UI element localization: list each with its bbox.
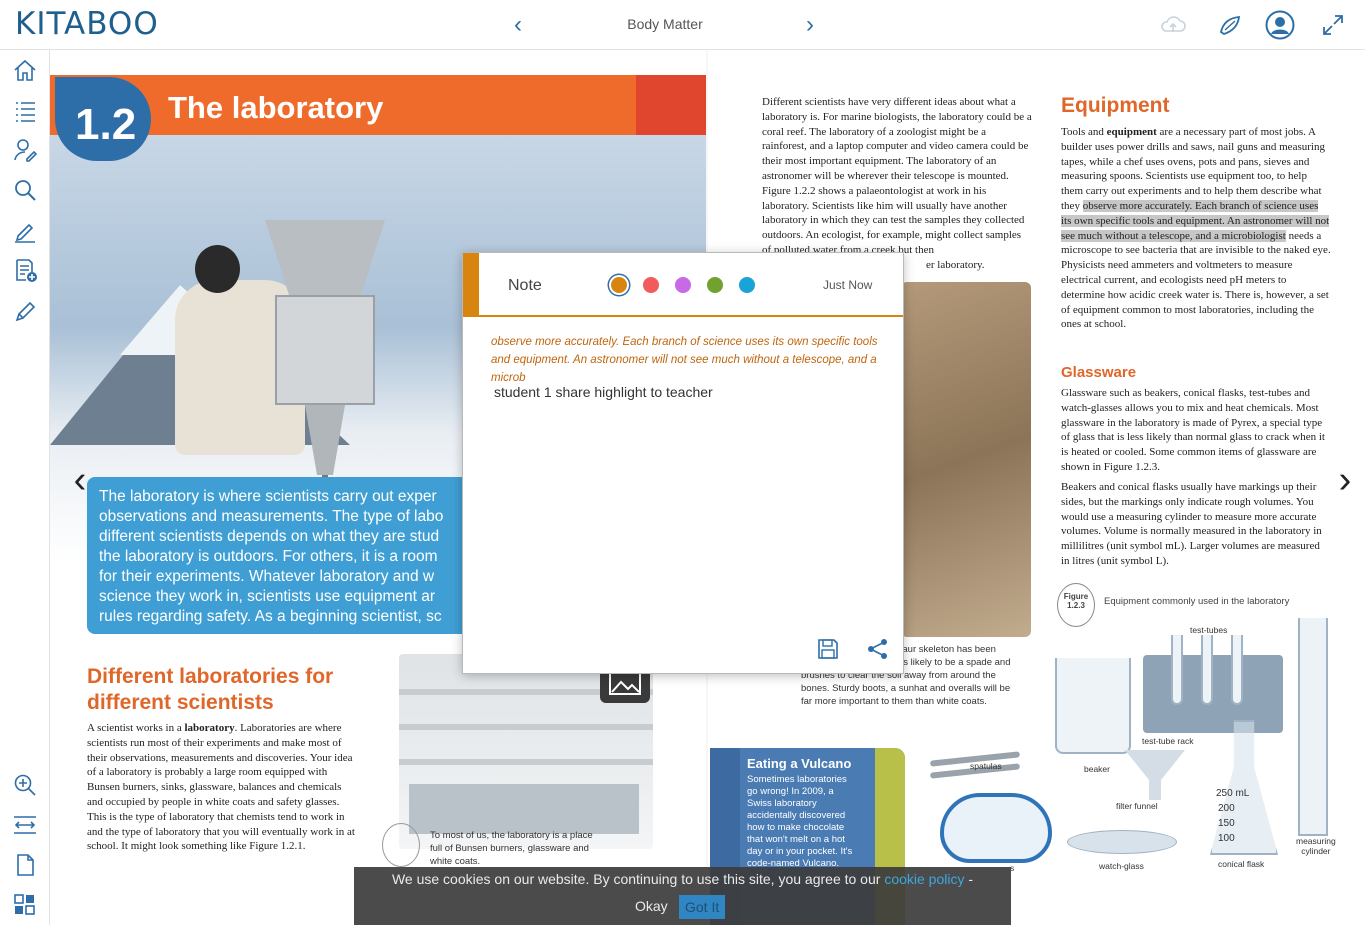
cookie-banner: We use cookies on our website. By contin… <box>354 867 1011 925</box>
color-swatch-blue[interactable] <box>739 277 755 293</box>
paragraph-text: Tools and <box>1061 126 1107 138</box>
left-toolbar <box>0 50 50 925</box>
safety-goggles-illustration <box>940 793 1052 863</box>
test-tube-illustration <box>1171 635 1183 705</box>
test-tube-rack-illustration <box>1143 655 1283 733</box>
user-profile-icon[interactable] <box>1265 10 1295 40</box>
lab-bench <box>409 784 639 834</box>
zoom-in-icon[interactable] <box>12 772 38 798</box>
pen-annotate-icon[interactable] <box>12 217 38 243</box>
caption-marker <box>382 823 420 867</box>
instrument-body <box>275 295 375 405</box>
color-swatch-green[interactable] <box>707 277 723 293</box>
bold-term: equipment <box>1106 126 1157 138</box>
paragraph-tail: er laboratory. <box>926 259 985 271</box>
flask-marking-200: 200 <box>1218 803 1235 814</box>
save-icon[interactable] <box>815 636 841 662</box>
test-tube-illustration <box>1231 635 1243 705</box>
color-swatch-orange[interactable] <box>611 277 627 293</box>
paragraph-glassware-volumes: Beakers and conical flasks usually have … <box>1061 481 1322 567</box>
single-page-icon[interactable] <box>12 852 38 878</box>
label-measuring-cylinder: measuring cylinder <box>1296 836 1336 856</box>
label-filter-funnel: filter funnel <box>1116 801 1158 811</box>
label-beaker: beaker <box>1084 764 1110 774</box>
label-test-tubes: test-tubes <box>1190 625 1228 635</box>
beaker-illustration <box>1055 658 1131 754</box>
scientist-head <box>195 245 240 293</box>
equipment-heading: Equipment <box>1061 94 1170 117</box>
top-bar: KITABOO ‹ Body Matter › <box>0 0 1365 50</box>
flask-marking-150: 150 <box>1218 818 1235 829</box>
note-label: Note <box>508 277 542 294</box>
cookie-policy-link[interactable]: cookie policy <box>884 871 964 887</box>
lab-shelf <box>399 759 653 765</box>
fullscreen-icon[interactable] <box>1318 10 1348 40</box>
paragraph-glassware: Glassware such as beakers, conical flask… <box>1061 387 1325 473</box>
section-heading: Different laboratories for different sci… <box>87 665 334 714</box>
label-watch-glass: watch-glass <box>1099 861 1144 871</box>
kitaboo-logo: KITABOO <box>15 6 159 42</box>
previous-section-button[interactable]: ‹ <box>503 10 533 40</box>
palaeontologist-photo <box>901 282 1031 637</box>
toc-list-icon[interactable] <box>12 97 38 123</box>
glassware-heading: Glassware <box>1061 364 1137 381</box>
next-section-button[interactable]: › <box>795 10 825 40</box>
filter-funnel-illustration <box>1125 750 1185 800</box>
bold-term: laboratory <box>184 722 235 734</box>
paragraph-text: needs a microscope to see bacteria that … <box>1061 229 1331 331</box>
color-swatch-purple[interactable] <box>675 277 691 293</box>
upload-cloud-icon[interactable] <box>1158 10 1188 40</box>
share-icon[interactable] <box>865 636 891 662</box>
my-data-icon[interactable] <box>12 137 38 163</box>
figure-caption: Equipment commonly used in the laborator… <box>1104 596 1290 607</box>
palette-icon[interactable] <box>1215 10 1245 40</box>
search-icon[interactable] <box>12 177 38 203</box>
note-highlight-quote: observe more accurately. Each branch of … <box>491 336 878 384</box>
section-number: 1.2 <box>75 100 137 149</box>
got-it-button[interactable]: Got It <box>679 895 726 919</box>
cookie-message: We use cookies on our website. By contin… <box>391 871 885 887</box>
label-spatulas: spatulas <box>970 761 1002 771</box>
note-text-input[interactable]: student 1 share highlight to teacher <box>494 384 713 400</box>
photo-caption: To most of us, the laboratory is a place… <box>430 830 593 867</box>
paragraph-text: A scientist works in a <box>87 722 185 734</box>
color-swatch-red[interactable] <box>643 277 659 293</box>
thumbnail-grid-icon[interactable] <box>12 892 38 918</box>
figure-badge-word: Figure <box>1063 592 1089 601</box>
test-tube-illustration <box>1201 635 1213 705</box>
cookie-message-end: - <box>964 871 974 887</box>
flask-marking-250: 250 mL <box>1216 788 1250 799</box>
flask-marking-100: 100 <box>1218 833 1235 844</box>
paragraph-labs: A scientist works in a laboratory. Labor… <box>87 721 355 854</box>
home-icon[interactable] <box>12 57 38 83</box>
watch-glass-illustration <box>1067 830 1177 854</box>
fit-width-icon[interactable] <box>12 812 38 838</box>
banner-accent <box>636 75 706 135</box>
next-page-button[interactable]: › <box>1333 460 1357 500</box>
box-title: Eating a Vulcano <box>747 756 852 771</box>
cookie-okay-text: Okay <box>635 898 668 914</box>
instrument-cone <box>305 405 345 475</box>
measuring-cylinder-illustration <box>1298 618 1328 836</box>
paragraph-different-scientists: Different scientists have very different… <box>762 96 1032 256</box>
note-header: Note Just Now <box>463 253 903 317</box>
laboratory-photo <box>399 654 653 849</box>
note-color-strip <box>463 253 479 317</box>
lab-shelf <box>399 724 653 730</box>
page-title: The laboratory <box>168 90 384 125</box>
note-popup: Note Just Now observe more accurately. E… <box>462 252 904 674</box>
toc-title: Body Matter <box>627 16 703 32</box>
label-conical-flask: conical flask <box>1218 859 1265 869</box>
add-note-icon[interactable] <box>12 257 38 283</box>
box-text: Sometimes laboratories go wrong! In 2009… <box>747 774 853 869</box>
cookie-text: We use cookies on our website. By contin… <box>354 871 1011 887</box>
previous-page-button[interactable]: ‹ <box>68 460 92 500</box>
figure-badge: Figure 1.2.3 <box>1057 583 1095 627</box>
paragraph-equipment: Tools and equipment are a necessary part… <box>1061 125 1331 332</box>
paragraph-text: . Laboratories are where scientists run … <box>87 722 355 853</box>
label-test-tube-rack: test-tube rack <box>1142 736 1194 746</box>
note-timestamp: Just Now <box>823 278 873 292</box>
highlighter-icon[interactable] <box>12 297 38 323</box>
figure-badge-number: 1.2.3 <box>1067 601 1085 610</box>
